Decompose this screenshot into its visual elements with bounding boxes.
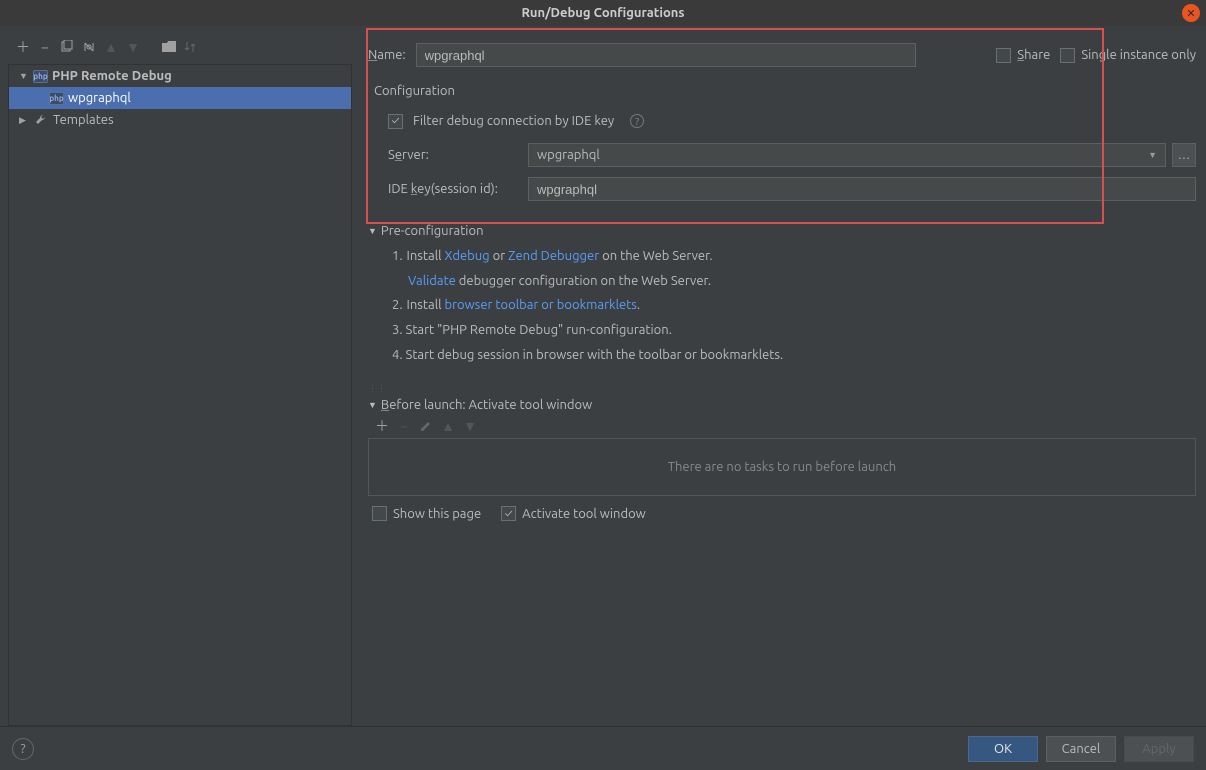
right-panel: Name: Share Single instance only Configu…	[358, 26, 1206, 726]
left-panel: ＋ − ▲ ▼ ▼ php PHP Remote Debug	[0, 26, 358, 726]
tree-templates[interactable]: ▶ Templates	[9, 109, 351, 131]
share-label: Share	[1017, 48, 1050, 62]
tree-label: Templates	[53, 113, 114, 127]
down-icon: ▼	[462, 418, 478, 434]
expand-icon: ▼	[19, 71, 29, 81]
titlebar: Run/Debug Configurations ✕	[0, 0, 1206, 26]
validate-link[interactable]: Validate	[408, 274, 456, 288]
show-page-row[interactable]: Show this page	[372, 506, 481, 521]
before-launch-tasks: There are no tasks to run before launch	[368, 438, 1196, 496]
filter-checkbox[interactable]	[388, 114, 403, 129]
tree-label: wpgraphql	[68, 91, 131, 105]
remove-icon[interactable]: −	[36, 38, 54, 56]
before-launch-label: Before launch: Activate tool window	[381, 398, 592, 412]
single-instance-row[interactable]: Single instance only	[1060, 48, 1196, 63]
tree-toolbar: ＋ − ▲ ▼	[0, 34, 358, 64]
name-input[interactable]	[416, 43, 916, 67]
tree-label: PHP Remote Debug	[52, 69, 172, 83]
name-label: Name:	[368, 48, 406, 62]
server-label: Server:	[388, 148, 518, 162]
tree-php-remote[interactable]: ▼ php PHP Remote Debug	[9, 65, 351, 87]
single-instance-checkbox[interactable]	[1060, 48, 1075, 63]
content: ＋ − ▲ ▼ ▼ php PHP Remote Debug	[0, 26, 1206, 726]
before-launch-header[interactable]: ▼ Before launch: Activate tool window	[368, 398, 1196, 412]
server-browse-button[interactable]: …	[1172, 143, 1196, 167]
chevron-down-icon: ▼	[1148, 150, 1157, 160]
share-checkbox-row[interactable]: Share	[996, 48, 1050, 63]
toolbar-link[interactable]: browser toolbar or bookmarklets	[444, 298, 636, 312]
filter-row: Filter debug connection by IDE key ?	[388, 106, 1196, 136]
folder-icon[interactable]	[160, 38, 178, 56]
settings-icon[interactable]	[80, 38, 98, 56]
config-tree[interactable]: ▼ php PHP Remote Debug php wpgraphql ▶ T…	[8, 64, 352, 726]
close-icon[interactable]: ✕	[1182, 4, 1200, 22]
empty-text: There are no tasks to run before launch	[668, 460, 896, 474]
before-launch-toolbar: ＋ − ▲ ▼	[374, 418, 1196, 434]
idekey-input[interactable]	[528, 177, 1196, 201]
up-icon: ▲	[102, 38, 120, 56]
tree-wpgraphql[interactable]: php wpgraphql	[9, 87, 351, 109]
php-icon: php	[33, 70, 48, 83]
ok-button[interactable]: OK	[968, 736, 1038, 762]
activate-row[interactable]: Activate tool window	[501, 506, 646, 521]
preconfig-label: Pre-configuration	[381, 224, 484, 238]
footer: ? OK Cancel Apply	[0, 726, 1206, 770]
separator-grip[interactable]: ⋮⋮	[368, 383, 386, 394]
list-item: 4. Start debug session in browser with t…	[392, 343, 1196, 368]
show-page-label: Show this page	[393, 507, 481, 521]
preconfig-list: 1.Install Xdebug or Zend Debugger on the…	[392, 244, 1196, 367]
wrench-icon	[33, 112, 49, 128]
list-item: 3. Start "PHP Remote Debug" run-configur…	[392, 318, 1196, 343]
xdebug-link[interactable]: Xdebug	[444, 249, 489, 263]
add-icon[interactable]: ＋	[374, 418, 390, 434]
idekey-label: IDE key(session id):	[388, 182, 518, 196]
zend-link[interactable]: Zend Debugger	[508, 249, 599, 263]
server-select[interactable]: wpgraphql ▼	[528, 143, 1166, 167]
edit-icon	[418, 418, 434, 434]
php-icon: php	[49, 92, 64, 105]
cancel-button[interactable]: Cancel	[1046, 736, 1116, 762]
add-icon[interactable]: ＋	[14, 38, 32, 56]
configuration-header: Configuration	[374, 84, 1196, 98]
list-item: 1.Install Xdebug or Zend Debugger on the…	[392, 244, 1196, 269]
expand-icon: ▼	[368, 400, 377, 410]
list-item: 2.Install browser toolbar or bookmarklet…	[392, 293, 1196, 318]
filter-label: Filter debug connection by IDE key	[413, 114, 614, 128]
single-instance-label: Single instance only	[1081, 48, 1196, 62]
show-page-checkbox[interactable]	[372, 506, 387, 521]
sort-icon	[182, 38, 200, 56]
preconfig-header[interactable]: ▼ Pre-configuration	[368, 224, 1196, 238]
name-row: Name: Share Single instance only	[368, 32, 1196, 72]
expand-icon: ▶	[19, 115, 29, 126]
server-value: wpgraphql	[537, 148, 600, 162]
copy-icon[interactable]	[58, 38, 76, 56]
help-icon[interactable]: ?	[630, 114, 644, 128]
remove-icon: −	[396, 418, 412, 434]
activate-label: Activate tool window	[522, 507, 646, 521]
expand-icon: ▼	[368, 226, 377, 236]
list-item: Validate debugger configuration on the W…	[392, 269, 1196, 294]
share-checkbox[interactable]	[996, 48, 1011, 63]
window-title: Run/Debug Configurations	[521, 6, 684, 20]
bottom-checks: Show this page Activate tool window	[368, 506, 1196, 521]
up-icon: ▲	[440, 418, 456, 434]
down-icon: ▼	[124, 38, 142, 56]
activate-checkbox[interactable]	[501, 506, 516, 521]
help-button[interactable]: ?	[12, 738, 34, 760]
idekey-row: IDE key(session id):	[388, 174, 1196, 204]
apply-button: Apply	[1124, 736, 1194, 762]
server-row: Server: wpgraphql ▼ …	[388, 140, 1196, 170]
